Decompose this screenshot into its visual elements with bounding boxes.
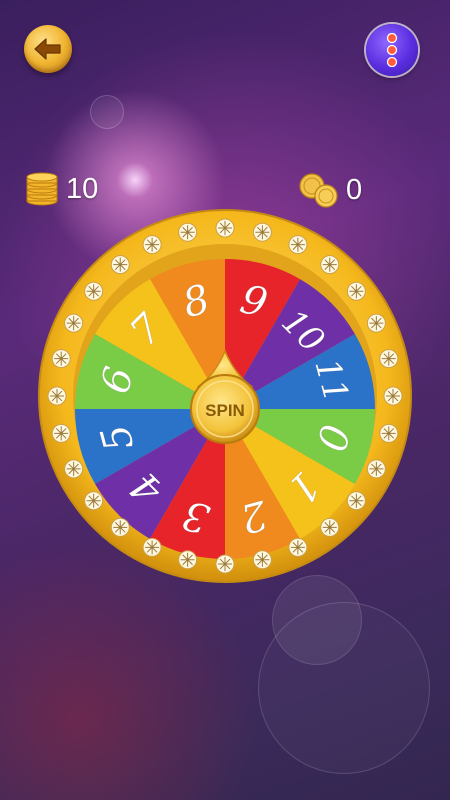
- coin-stack-icon: [26, 172, 58, 206]
- rim-gem-facet: [66, 461, 81, 476]
- rim-gem-facet: [381, 351, 396, 366]
- bokeh-light: [90, 95, 124, 129]
- rim-gem-facet: [290, 540, 305, 555]
- rim-gem-facet: [145, 540, 160, 555]
- rim-gem-facet: [322, 520, 337, 535]
- rim-gem-facet: [66, 316, 81, 331]
- rim-gem-facet: [255, 225, 270, 240]
- rim-gem-facet: [218, 221, 232, 235]
- token-balance: 0: [296, 172, 362, 208]
- coin-balance: 10: [24, 172, 98, 206]
- rim-gem-facet: [86, 493, 101, 508]
- rim-gem-facet: [386, 389, 400, 403]
- rim-gem-facet: [54, 351, 69, 366]
- rim-gem-facet: [381, 426, 396, 441]
- more-vertical-icon: [386, 33, 398, 67]
- back-arrow-icon: [34, 38, 61, 60]
- rim-gem-facet: [369, 316, 384, 331]
- prize-wheel: 1011109876543 2 SPIN: [38, 209, 412, 583]
- rim-gem-facet: [113, 257, 128, 272]
- rim-gem-facet: [145, 237, 160, 252]
- coin-count: 10: [66, 172, 99, 205]
- menu-button[interactable]: [366, 24, 418, 76]
- rim-gem-facet: [180, 552, 195, 567]
- rim-gem-facet: [113, 520, 128, 535]
- rim-gem-facet: [349, 493, 364, 508]
- token-coins-icon: [299, 173, 338, 208]
- rim-gem-facet: [50, 389, 64, 403]
- rim-gem-facet: [322, 257, 337, 272]
- back-button[interactable]: [24, 25, 72, 73]
- rim-gem-facet: [369, 461, 384, 476]
- bokeh-light: [258, 602, 430, 774]
- rim-gem-facet: [180, 225, 195, 240]
- rim-gem-facet: [86, 284, 101, 299]
- rim-gem-facet: [349, 284, 364, 299]
- rim-gem-facet: [255, 552, 270, 567]
- spin-label: SPIN: [205, 401, 245, 420]
- rim-gem-facet: [54, 426, 69, 441]
- rim-gem-facet: [290, 237, 305, 252]
- rim-gem-facet: [218, 557, 232, 571]
- token-count: 0: [346, 173, 363, 206]
